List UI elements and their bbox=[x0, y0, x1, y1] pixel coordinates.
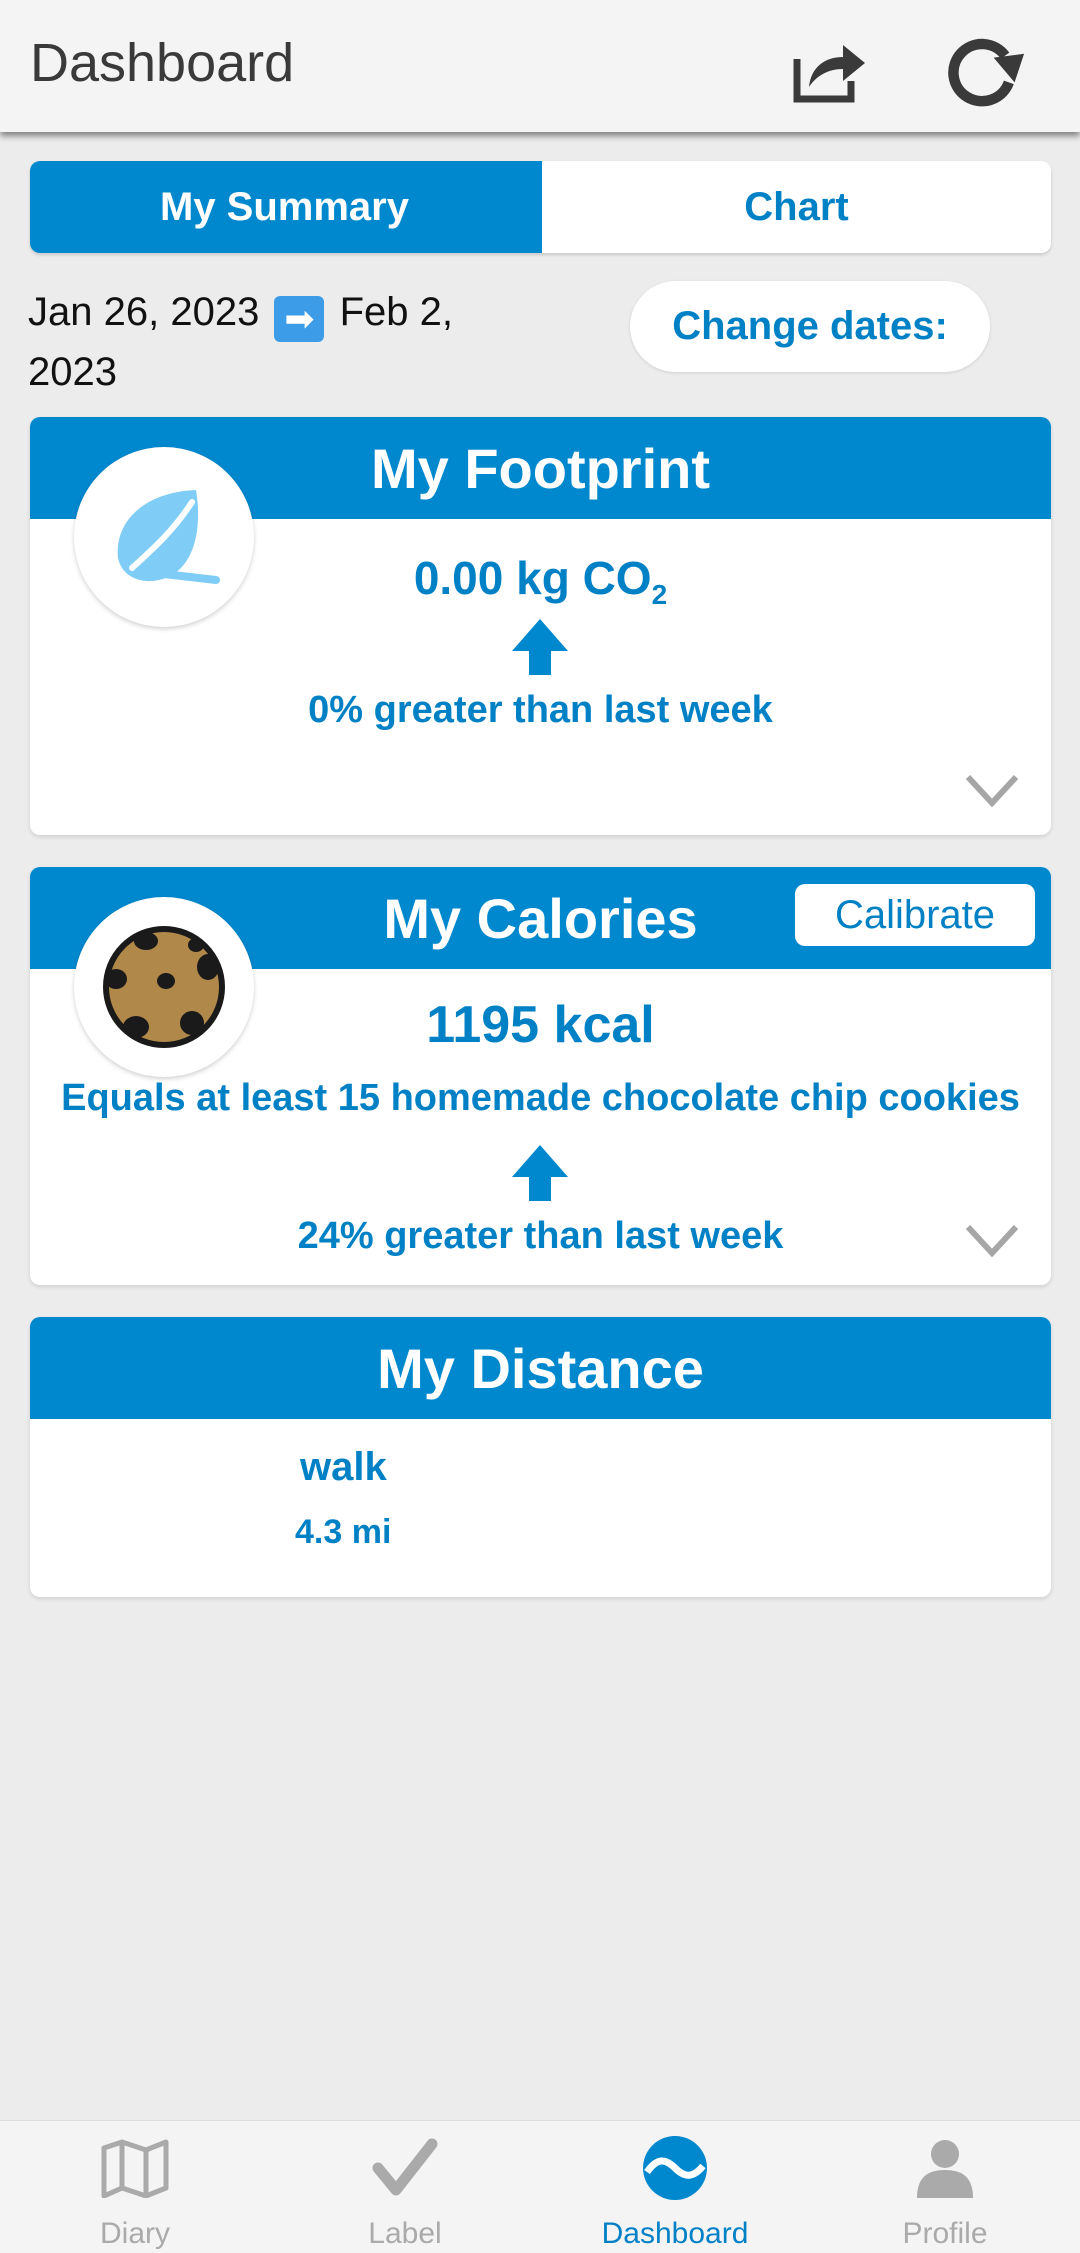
checkmark-icon bbox=[372, 2138, 438, 2196]
calories-value: 1195 kcal bbox=[426, 996, 655, 1054]
calories-card: My Calories Calibrate 1195 kcal Equals a… bbox=[30, 867, 1051, 1285]
start-date: Jan 26, 2023 bbox=[28, 290, 260, 334]
footprint-subscript: 2 bbox=[651, 579, 668, 611]
calories-expand-chevron-icon[interactable] bbox=[964, 1223, 1020, 1259]
share-icon bbox=[793, 45, 865, 103]
footprint-value: 0.00 kg CO bbox=[413, 552, 652, 604]
tab-chart[interactable]: Chart bbox=[539, 161, 1051, 253]
right-arrow-icon: ➡ bbox=[274, 296, 325, 342]
refresh-icon bbox=[948, 38, 1025, 107]
nav-item-diary[interactable]: Diary bbox=[0, 2121, 270, 2253]
nav-item-dashboard[interactable]: Dashboard bbox=[540, 2121, 810, 2253]
nav-item-profile[interactable]: Profile bbox=[810, 2121, 1080, 2253]
footprint-card: My Footprint 0.00 kg CO2 0% greater than… bbox=[30, 417, 1051, 835]
nav-label-dashboard: Dashboard bbox=[601, 2217, 749, 2250]
footprint-expand-chevron-icon[interactable] bbox=[964, 773, 1020, 809]
app-root: Dashboard My Summary Chart Jan 26, 2023 … bbox=[0, 0, 1080, 2253]
person-icon bbox=[917, 2140, 973, 2198]
calories-comparison: 24% greater than last week bbox=[297, 1215, 784, 1257]
tab-my-summary[interactable]: My Summary bbox=[30, 161, 539, 253]
bottom-nav: Diary Label Dashboard Profile bbox=[0, 2120, 1080, 2253]
increase-arrow-icon bbox=[512, 619, 568, 675]
nav-profile-icon-wrap bbox=[910, 2133, 980, 2203]
nav-dashboard-icon-wrap bbox=[640, 2133, 710, 2203]
footprint-comparison: 0% greater than last week bbox=[308, 689, 773, 731]
distance-card-title: My Distance bbox=[30, 1317, 1051, 1419]
distance-mode: walk bbox=[300, 1445, 387, 1489]
nav-label-profile: Profile bbox=[902, 2217, 988, 2250]
app-header: Dashboard bbox=[0, 0, 1080, 132]
nav-item-label[interactable]: Label bbox=[270, 2121, 540, 2253]
nav-diary-icon-wrap bbox=[100, 2133, 170, 2203]
end-date: Feb 2, bbox=[339, 290, 453, 334]
change-dates-button[interactable]: Change dates: bbox=[630, 281, 990, 372]
share-button[interactable] bbox=[790, 30, 870, 110]
map-icon bbox=[101, 2139, 169, 2198]
nav-label-label: Label bbox=[368, 2217, 442, 2250]
increase-arrow-icon bbox=[512, 1145, 568, 1201]
end-date-year: 2023 bbox=[28, 350, 117, 394]
dashboard-icon bbox=[643, 2136, 707, 2200]
nav-label-diary: Diary bbox=[99, 2217, 170, 2250]
page-title: Dashboard bbox=[30, 33, 295, 93]
summary-chart-toggle: My Summary Chart bbox=[30, 161, 1051, 253]
calories-equivalent: Equals at least 15 homemade chocolate ch… bbox=[61, 1077, 1020, 1119]
nav-label-icon-wrap bbox=[370, 2133, 440, 2203]
distance-card: My Distance walk 4.3 mi bbox=[30, 1317, 1051, 1597]
distance-value: 4.3 mi bbox=[295, 1513, 392, 1551]
footprint-value-line: 0.00 kg CO2 bbox=[30, 551, 1051, 611]
refresh-button[interactable] bbox=[946, 30, 1026, 110]
date-range-text: Jan 26, 2023 ➡ Feb 2, 2023 bbox=[28, 282, 508, 402]
calibrate-button[interactable]: Calibrate bbox=[795, 884, 1035, 946]
